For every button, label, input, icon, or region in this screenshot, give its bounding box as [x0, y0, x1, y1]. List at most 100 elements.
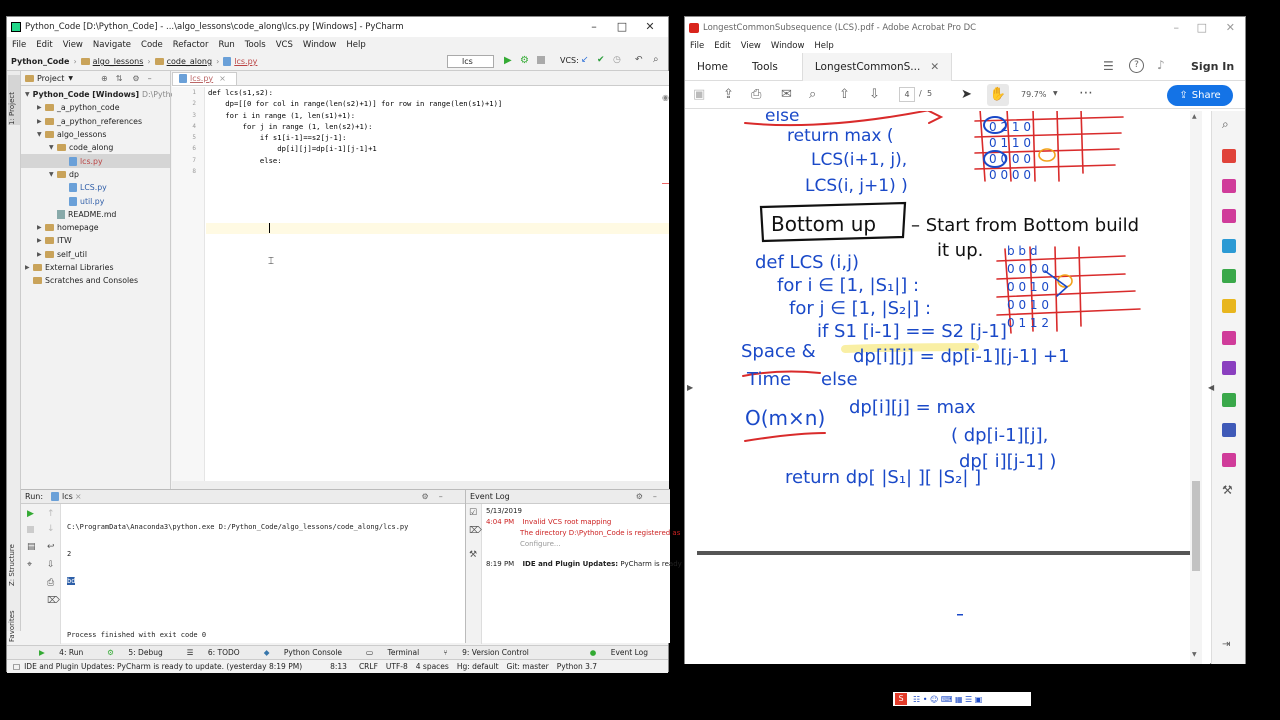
tab-close-icon[interactable]: ✕	[930, 61, 939, 73]
acr-menu-window[interactable]: Window	[766, 41, 810, 51]
structure-side-tab[interactable]: Z: Structure	[8, 536, 20, 586]
tree-item[interactable]: ▼ algo_lessons	[21, 128, 170, 141]
print-icon[interactable]: ⎙	[751, 87, 761, 102]
scroll-thumb[interactable]	[1192, 481, 1200, 571]
more-tools-icon[interactable]: ⚒	[1222, 483, 1233, 497]
menu-help[interactable]: Help	[341, 40, 370, 50]
interpreter[interactable]: Python 3.7	[557, 662, 597, 671]
tree-item[interactable]: ▶ homepage	[21, 221, 170, 234]
tool-tab-event-log[interactable]: ● Event Log	[578, 648, 648, 657]
page-number-input[interactable]: 4	[899, 87, 915, 102]
git-branch[interactable]: Git: master	[507, 662, 549, 671]
redact-icon[interactable]	[1222, 361, 1236, 375]
up-icon[interactable]: ↑	[47, 509, 55, 519]
create-pdf-icon[interactable]	[1222, 179, 1236, 193]
menu-tools[interactable]: Tools	[240, 40, 271, 50]
expanded-arrow-icon[interactable]: ▼	[49, 171, 57, 178]
horizontal-scrollbar[interactable]	[172, 481, 669, 489]
collapsed-arrow-icon[interactable]: ▶	[25, 264, 33, 271]
breadcrumb-file[interactable]: lcs.py	[219, 57, 261, 66]
soft-wrap-icon[interactable]: ↩	[47, 542, 55, 552]
search-icon[interactable]: ⌕	[1222, 117, 1229, 132]
line-separator[interactable]: CRLF	[359, 662, 378, 671]
next-page-icon[interactable]: ⇩	[869, 87, 880, 102]
maximize-icon[interactable]: □	[608, 17, 636, 37]
tree-item[interactable]: ▼ dp	[21, 168, 170, 181]
tree-item[interactable]: util.py	[21, 194, 170, 207]
target-icon[interactable]: ⊕	[101, 74, 108, 83]
menu-view[interactable]: View	[58, 40, 88, 50]
run-tab-label[interactable]: lcs	[62, 492, 73, 501]
acr-menu-file[interactable]: File	[685, 41, 709, 51]
inspection-icon[interactable]: ◉	[662, 93, 669, 102]
menu-run[interactable]: Run	[213, 40, 239, 50]
bell-icon[interactable]: ♪	[1157, 58, 1165, 72]
export-excel-icon[interactable]	[1222, 269, 1236, 283]
tool-tab-python-console[interactable]: ◆ Python Console	[252, 648, 342, 657]
left-panel-toggle-icon[interactable]: ▶	[687, 383, 693, 392]
tree-item[interactable]: ▼ Python_Code [Windows] D:\Python_Cod	[21, 88, 199, 101]
project-label[interactable]: Project	[37, 74, 64, 83]
run-icon[interactable]: ▶	[504, 55, 512, 66]
dropdown-icon[interactable]: ▼	[68, 75, 73, 82]
scroll-end-icon[interactable]: ⇩	[47, 560, 55, 570]
breadcrumb-algo-lessons[interactable]: algo_lessons	[77, 57, 148, 66]
error-stripe-mark[interactable]	[662, 183, 669, 184]
breadcrumb-code-along[interactable]: code_along	[151, 57, 216, 66]
caret-position[interactable]: 8:13	[330, 662, 347, 671]
export-pdf-icon[interactable]	[1222, 149, 1236, 163]
status-message[interactable]: IDE and Plugin Updates: PyCharm is ready…	[24, 662, 324, 671]
hide-icon[interactable]: –	[439, 492, 443, 501]
menu-navigate[interactable]: Navigate	[88, 40, 136, 50]
tree-item[interactable]: ▶ External Libraries	[21, 261, 170, 274]
expanded-arrow-icon[interactable]: ▼	[25, 91, 30, 98]
hg-branch[interactable]: Hg: default	[457, 662, 499, 671]
zoom-out-search-icon[interactable]: ⌕	[809, 87, 816, 102]
tab-close-icon[interactable]: ×	[219, 74, 226, 83]
comment-icon[interactable]: ☰	[1103, 59, 1114, 73]
trash-icon[interactable]: ⌦	[47, 596, 60, 606]
down-icon[interactable]: ↓	[47, 524, 55, 534]
email-icon[interactable]: ✉	[781, 87, 792, 102]
pdf-document-area[interactable]: else return max ( LCS(i+1, j), LCS(i, j+…	[685, 111, 1210, 664]
sign-in-link[interactable]: Sign In	[1191, 60, 1234, 73]
search-icon[interactable]: ⌕	[653, 54, 659, 65]
tree-item[interactable]: ▶ ITW	[21, 234, 170, 247]
menu-window[interactable]: Window	[298, 40, 342, 50]
expanded-arrow-icon[interactable]: ▼	[49, 144, 57, 151]
collapse-icon[interactable]: ⇅	[116, 74, 123, 83]
gear-icon[interactable]: ⚙	[636, 492, 643, 501]
organize-pages-icon[interactable]	[1222, 209, 1236, 223]
run-config-select[interactable]: lcs	[447, 55, 494, 68]
collapsed-arrow-icon[interactable]: ▶	[37, 104, 45, 111]
acr-menu-view[interactable]: View	[736, 41, 766, 51]
tab-tools[interactable]: Tools	[740, 53, 790, 81]
select-cursor-icon[interactable]: ➤	[961, 87, 972, 102]
minimize-icon[interactable]: –	[1174, 21, 1180, 34]
tool-tab-terminal[interactable]: ▭ Terminal	[354, 648, 419, 657]
editor-tab-lcs[interactable]: lcs.py ×	[172, 72, 237, 85]
menu-code[interactable]: Code	[136, 40, 168, 50]
vcs-update-icon[interactable]: ↙	[581, 55, 589, 65]
tab-document[interactable]: LongestCommonS... ✕	[801, 52, 953, 81]
tool-tab-debug[interactable]: ⚙ 5: Debug	[95, 648, 162, 657]
print-icon[interactable]: ⎙	[47, 578, 54, 588]
run-output[interactable]: C:\ProgramData\Anaconda3\python.exe D:/P…	[67, 506, 408, 657]
expanded-arrow-icon[interactable]: ▼	[37, 131, 45, 138]
tool-tab-run[interactable]: ▶ 4: Run	[27, 648, 83, 657]
more-tools-icon[interactable]: ⋯	[1079, 85, 1093, 101]
tool-tab-version-control[interactable]: ⑂ 9: Version Control	[431, 648, 529, 657]
gear-icon[interactable]: ⚙	[132, 74, 139, 83]
collapsed-arrow-icon[interactable]: ▶	[37, 118, 45, 125]
menu-vcs[interactable]: VCS	[271, 40, 298, 50]
tree-item[interactable]: ▶ _a_python_references	[21, 115, 170, 128]
vcs-commit-icon[interactable]: ✔	[597, 55, 605, 65]
favorites-side-tab[interactable]: 2: Favorites	[8, 601, 20, 651]
history-icon[interactable]: ◷	[613, 55, 621, 65]
close-icon[interactable]: ✕	[636, 17, 664, 37]
encoding[interactable]: UTF-8	[386, 662, 408, 671]
close-icon[interactable]: ✕	[1226, 21, 1235, 34]
gear-icon[interactable]: ⚙	[422, 492, 429, 501]
protect-icon[interactable]	[1222, 423, 1236, 437]
collapsed-arrow-icon[interactable]: ▶	[37, 237, 45, 244]
